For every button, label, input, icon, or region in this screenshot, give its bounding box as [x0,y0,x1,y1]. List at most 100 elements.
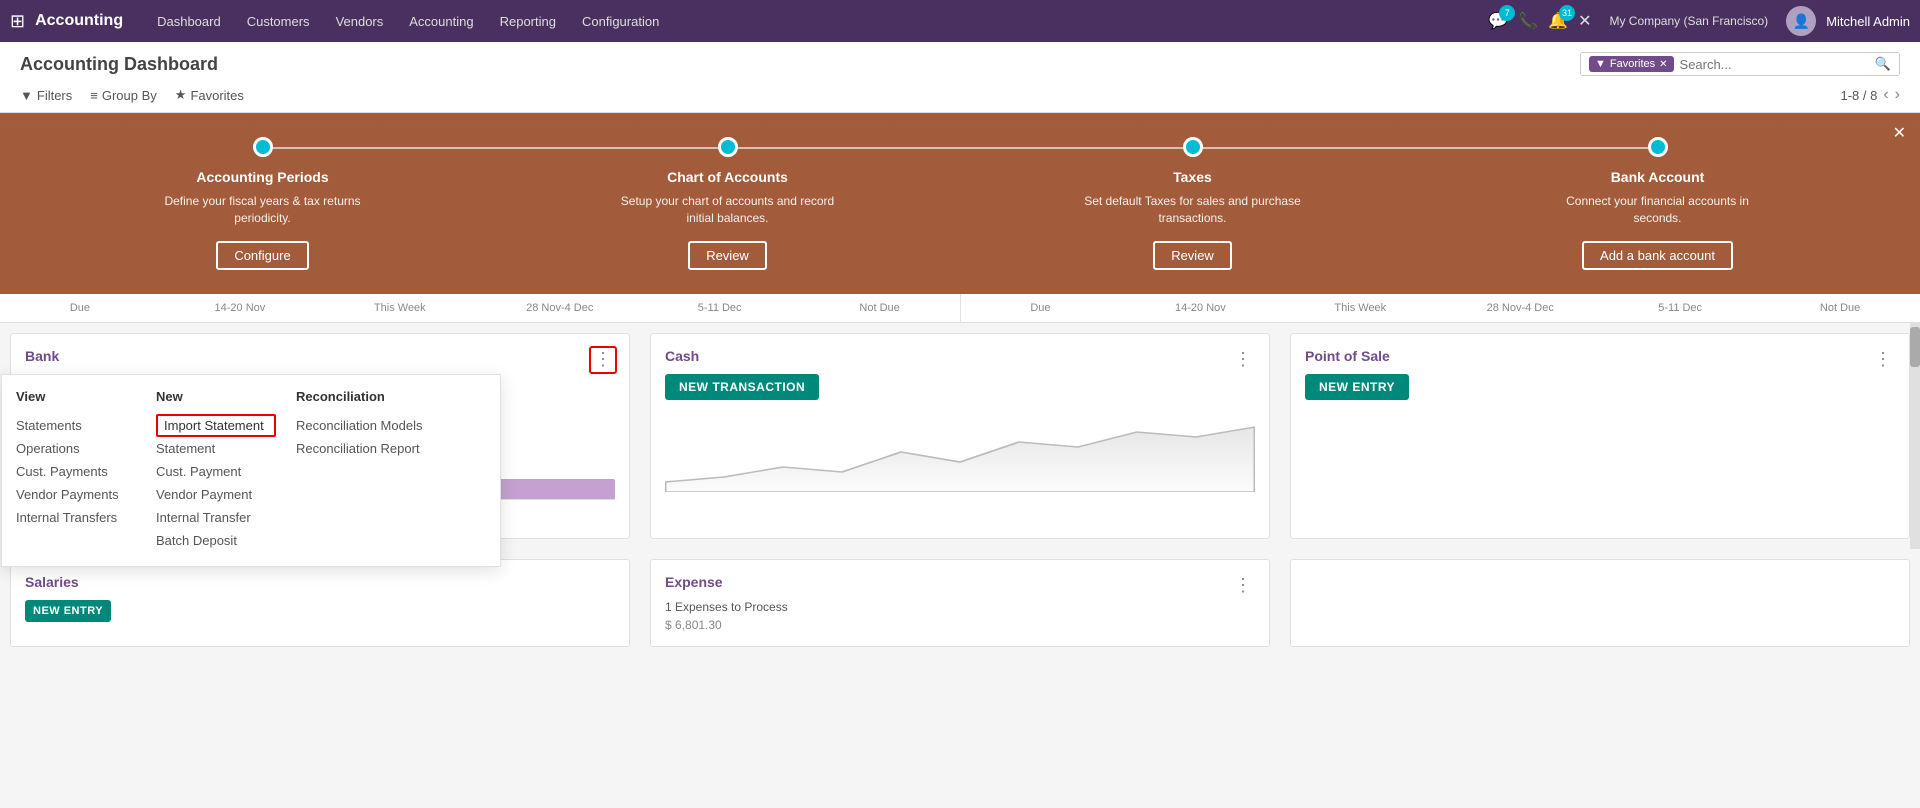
scroll-thumb[interactable] [1910,327,1920,367]
view-statements-item[interactable]: Statements [16,414,136,437]
step-desc-2: Setup your chart of accounts and record … [618,193,838,227]
step-dot-3 [1183,137,1203,157]
bank-card-menu-button[interactable]: ⋮ [589,346,617,374]
expense-process-label: 1 Expenses to Process [665,600,1255,614]
new-vendor-payment-item[interactable]: Vendor Payment [156,483,276,506]
company-name: My Company (San Francisco) [1609,14,1768,28]
new-batch-deposit-item[interactable]: Batch Deposit [156,529,276,552]
favorites-nav-label: Favorites [190,88,243,103]
close-icon[interactable]: ✕ [1578,11,1591,31]
dashboard-cards: Bank ⋮ RECONCILI... Online Sync... Creat… [0,323,1920,549]
view-vendor-payments-item[interactable]: Vendor Payments [16,483,136,506]
setup-steps: Accounting Periods Define your fiscal ye… [30,137,1890,270]
pos-card-title: Point of Sale [1305,348,1895,364]
avatar[interactable]: 👤 [1786,6,1816,36]
search-input[interactable] [1674,57,1875,72]
activity-icon[interactable]: 🔔 31 [1548,11,1568,31]
scrollbar[interactable] [1910,323,1920,549]
view-cust-payments-item[interactable]: Cust. Payments [16,460,136,483]
pagination-text: 1-8 / 8 [1840,88,1877,103]
step-title-2: Chart of Accounts [667,169,788,185]
view-operations-item[interactable]: Operations [16,437,136,460]
favorites-tag-close[interactable]: ✕ [1659,59,1667,70]
header-row2: ▼ Filters ≡ Group By ★ Favorites 1-8 / 8… [20,82,1900,112]
date-this-week-2: This Week [1280,299,1440,317]
nav-reporting[interactable]: Reporting [488,8,568,35]
phone-icon[interactable]: 📞 [1518,11,1538,31]
nav-vendors[interactable]: Vendors [324,8,396,35]
reconciliation-report-item[interactable]: Reconciliation Report [296,437,422,460]
step-dot-2 [718,137,738,157]
review-button-2[interactable]: Review [1153,241,1232,270]
favorites-filter-icon: ▼ [1595,58,1606,70]
nav-menu: Dashboard Customers Vendors Accounting R… [145,8,671,35]
banner-close-button[interactable]: ✕ [1893,123,1906,143]
date-not-due-2: Not Due [1760,299,1920,317]
nav-configuration[interactable]: Configuration [570,8,671,35]
filter-icon: ▼ [20,88,33,103]
nav-accounting[interactable]: Accounting [397,8,485,35]
pos-card-menu-button[interactable]: ⋮ [1869,346,1897,374]
step-desc-1: Define your fiscal years & tax returns p… [153,193,373,227]
view-internal-transfers-item[interactable]: Internal Transfers [16,506,136,529]
new-entry-button[interactable]: NEW ENTRY [1305,374,1409,400]
date-14-20-nov-2: 14-20 Nov [1120,299,1280,317]
step-desc-4: Connect your financial accounts in secon… [1548,193,1768,227]
expense-card-menu-button[interactable]: ⋮ [1229,572,1257,600]
favorites-tag-label: Favorites [1610,58,1655,70]
setup-banner: ✕ Accounting Periods Define your fiscal … [0,113,1920,294]
page-title: Accounting Dashboard [20,54,1570,75]
salaries-card: Salaries NEW ENTRY [10,559,630,647]
new-cust-payment-item[interactable]: Cust. Payment [156,460,276,483]
new-transaction-button[interactable]: NEW TRANSACTION [665,374,819,400]
new-statement-item[interactable]: Statement [156,437,276,460]
prev-page-button[interactable]: ‹ [1883,86,1888,104]
setup-progress-line [253,147,1667,149]
step-bank-account: Bank Account Connect your financial acco… [1548,137,1768,270]
bank-dropdown-menu: View Statements Operations Cust. Payment… [1,374,501,567]
groupby-icon: ≡ [90,88,98,103]
step-chart-of-accounts: Chart of Accounts Setup your chart of ac… [618,137,838,270]
search-icon[interactable]: 🔍 [1875,56,1891,72]
search-bar: ▼ Favorites ✕ 🔍 [1580,52,1900,76]
empty-card [1290,559,1910,647]
filters-button[interactable]: ▼ Filters [20,88,72,103]
step-title-3: Taxes [1173,169,1212,185]
app-brand: Accounting [35,12,123,30]
chat-badge: 7 [1499,5,1515,21]
reconciliation-models-item[interactable]: Reconciliation Models [296,414,422,437]
favorites-nav-button[interactable]: ★ Favorites [175,87,244,103]
date-28nov-4dec-1: 28 Nov-4 Dec [480,299,640,317]
step-title-1: Accounting Periods [196,169,328,185]
date-5-11-dec-2: 5-11 Dec [1600,299,1760,317]
bank-card: Bank ⋮ RECONCILI... Online Sync... Creat… [10,333,630,539]
dropdown-view-title: View [16,389,136,404]
next-page-button[interactable]: › [1895,86,1900,104]
salaries-new-entry-button[interactable]: NEW ENTRY [25,600,111,622]
header-row1: Accounting Dashboard ▼ Favorites ✕ 🔍 [20,42,1900,82]
cash-card-menu-button[interactable]: ⋮ [1229,346,1257,374]
salaries-card-title: Salaries [25,574,615,590]
top-navigation: ⊞ Accounting Dashboard Customers Vendors… [0,0,1920,42]
step-dot-1 [253,137,273,157]
dropdown-new-column: New Import Statement Statement Cust. Pay… [156,389,276,552]
groupby-button[interactable]: ≡ Group By [90,88,157,103]
new-import-statement-item[interactable]: Import Statement [156,414,276,437]
nav-dashboard[interactable]: Dashboard [145,8,233,35]
new-internal-transfer-item[interactable]: Internal Transfer [156,506,276,529]
date-not-due-1: Not Due [800,299,960,317]
chat-icon[interactable]: 💬 7 [1488,11,1508,31]
configure-button[interactable]: Configure [216,241,308,270]
step-dot-4 [1648,137,1668,157]
filters-label: Filters [37,88,72,103]
top-icons: 💬 7 📞 🔔 31 ✕ My Company (San Francisco) … [1488,6,1910,36]
add-bank-account-button[interactable]: Add a bank account [1582,241,1733,270]
expense-card-title: Expense [665,574,1255,590]
date-due-1: Due [0,299,160,317]
review-button-1[interactable]: Review [688,241,767,270]
username: Mitchell Admin [1826,14,1910,29]
date-bar: Due 14-20 Nov This Week 28 Nov-4 Dec 5-1… [0,294,1920,323]
cash-mini-chart [665,412,1255,492]
nav-customers[interactable]: Customers [235,8,322,35]
apps-menu-icon[interactable]: ⊞ [10,11,25,32]
